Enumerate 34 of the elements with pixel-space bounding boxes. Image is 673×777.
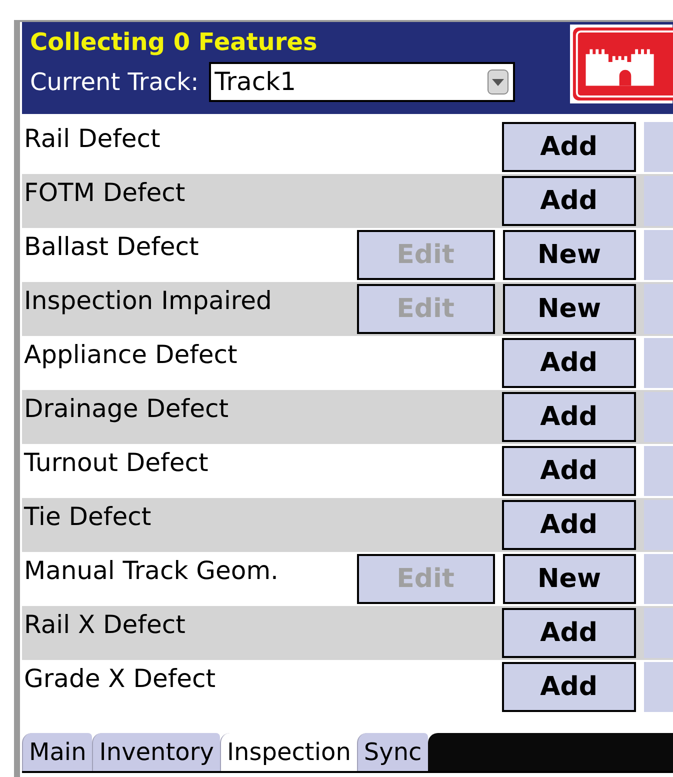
feature-label: Rail Defect	[23, 123, 162, 154]
action-button[interactable]: Add	[502, 122, 636, 172]
feature-label: Inspection Impaired	[23, 285, 273, 316]
tab[interactable]: Sync	[356, 733, 428, 771]
action-button[interactable]: Add	[502, 662, 636, 712]
action-button[interactable]: New	[502, 554, 636, 604]
action-button[interactable]: Add	[502, 392, 636, 442]
cut-off-button[interactable]	[644, 230, 673, 280]
action-button[interactable]: Add	[502, 500, 636, 550]
action-button[interactable]: New	[502, 284, 636, 334]
cut-off-button[interactable]	[644, 122, 673, 172]
feature-label: Manual Track Geom.	[23, 555, 280, 586]
tab[interactable]: Main	[22, 733, 92, 771]
action-button[interactable]: Add	[502, 338, 636, 388]
feature-label: Ballast Defect	[23, 231, 200, 262]
feature-label: Tie Defect	[23, 501, 152, 532]
header-title: Collecting 0 Features	[30, 27, 318, 58]
feature-label: Drainage Defect	[23, 393, 230, 424]
track-label: Current Track:	[30, 67, 199, 98]
feature-label: Turnout Defect	[23, 447, 210, 478]
tab[interactable]: Inventory	[92, 733, 220, 771]
cut-off-button[interactable]	[644, 554, 673, 604]
cut-off-button[interactable]	[644, 338, 673, 388]
feature-label: Appliance Defect	[23, 339, 238, 370]
track-dropdown[interactable]: Track1	[208, 62, 515, 102]
feature-label: FOTM Defect	[23, 177, 186, 208]
feature-label: Grade X Defect	[23, 663, 217, 694]
action-button[interactable]: New	[502, 230, 636, 280]
cut-off-button[interactable]	[644, 446, 673, 496]
cut-off-button[interactable]	[644, 662, 673, 712]
action-button[interactable]: Add	[502, 176, 636, 226]
action-button[interactable]: Add	[502, 446, 636, 496]
action-button[interactable]: Add	[502, 608, 636, 658]
feature-label: Rail X Defect	[23, 609, 186, 640]
